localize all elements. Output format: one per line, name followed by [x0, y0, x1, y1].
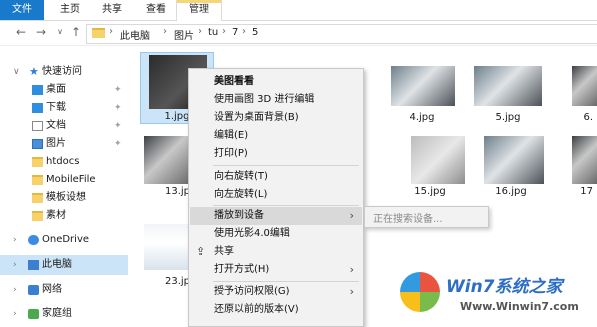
sidebar-item-onedrive[interactable]: › OneDrive: [0, 230, 128, 250]
image-thumbnail: [484, 136, 544, 184]
image-thumbnail: [572, 66, 597, 106]
cloud-icon: [28, 235, 39, 245]
menu-item-edit-nikon[interactable]: 使用光影4.0编辑: [190, 225, 362, 243]
star-icon: ★: [29, 65, 39, 78]
tab-manage[interactable]: 管理: [176, 0, 222, 22]
menu-item-edit[interactable]: 编辑(E): [190, 127, 362, 145]
computer-icon: [28, 260, 39, 270]
menu-separator: [213, 205, 359, 206]
share-icon: ⇪: [196, 245, 206, 258]
context-menu: 美图看看 使用画图 3D 进行编辑 设置为桌面背景(B) 编辑(E) 打印(P)…: [188, 68, 364, 327]
file-item-23[interactable]: 23.jp: [140, 218, 190, 290]
folder-icon: [32, 211, 43, 221]
image-thumbnail: [411, 136, 465, 184]
file-item-4[interactable]: 4.jpg: [385, 52, 459, 124]
sidebar-item-pictures[interactable]: 图片 ✦: [0, 134, 128, 154]
navigation-pane: ∨ ★ 快速访问 桌面 ✦ 下载 ✦ 文档 ✦ 图片 ✦ htdocs Mobi…: [0, 58, 128, 327]
image-thumbnail: [572, 136, 597, 184]
folder-icon: [32, 157, 43, 167]
image-thumbnail: [391, 66, 455, 106]
sidebar-item-network[interactable]: › 网络: [0, 280, 128, 300]
sidebar-item-downloads[interactable]: 下载 ✦: [0, 98, 128, 118]
ribbon-tabs: 文件 主页 共享 查看 管理: [0, 0, 597, 22]
tab-home[interactable]: 主页: [52, 0, 88, 20]
breadcrumb-this-pc[interactable]: 此电脑: [120, 27, 150, 42]
menu-separator: [213, 165, 359, 166]
sidebar-item-quick-access[interactable]: ∨ ★ 快速访问: [0, 62, 128, 82]
image-thumbnail: [474, 66, 542, 106]
homegroup-icon: [28, 309, 39, 319]
desktop-icon: [32, 85, 43, 95]
pin-icon: ✦: [114, 139, 122, 149]
folder-icon: [92, 28, 105, 38]
sidebar-item-this-pc[interactable]: › 此电脑: [0, 255, 128, 275]
menu-item-share[interactable]: ⇪ 共享: [190, 243, 362, 261]
breadcrumb-7[interactable]: 7: [232, 27, 238, 38]
image-thumbnail: [144, 224, 190, 270]
breadcrumb-pictures[interactable]: 图片: [174, 27, 194, 42]
tab-share[interactable]: 共享: [92, 0, 132, 20]
sidebar-item-mobilefile[interactable]: MobileFile: [0, 170, 128, 190]
menu-item-rotate-right[interactable]: 向右旋转(T): [190, 168, 362, 186]
menu-item-open-with[interactable]: 打开方式(H) ›: [190, 261, 362, 279]
file-item-6[interactable]: 6.: [558, 52, 597, 124]
image-thumbnail: [144, 136, 190, 184]
chevron-right-icon: ›: [349, 263, 354, 276]
tab-view[interactable]: 查看: [136, 0, 176, 20]
menu-item-set-wallpaper[interactable]: 设置为桌面背景(B): [190, 109, 362, 127]
chevron-right-icon: ›: [349, 285, 354, 298]
pin-icon: ✦: [114, 103, 122, 113]
sidebar-item-documents[interactable]: 文档 ✦: [0, 116, 128, 136]
menu-separator: [213, 281, 359, 282]
menu-item-print[interactable]: 打印(P): [190, 145, 362, 163]
menu-item-restore-versions[interactable]: 还原以前的版本(V): [190, 301, 362, 319]
forward-arrow-icon[interactable]: →: [34, 25, 48, 39]
windows-logo-icon: [400, 272, 440, 312]
address-row: ← → ∨ ↑ › 此电脑 › 图片 › tu › 7 › 5: [0, 21, 597, 46]
folder-icon: [32, 193, 43, 203]
sidebar-item-materials[interactable]: 素材: [0, 206, 128, 226]
file-item-13[interactable]: 13.jp: [140, 130, 190, 202]
chevron-right-icon[interactable]: ›: [13, 230, 17, 250]
chevron-right-icon: ›: [349, 209, 354, 222]
menu-item-cast-to-device[interactable]: 播放到设备 ›: [190, 207, 362, 225]
tab-file[interactable]: 文件: [0, 0, 44, 20]
sidebar-item-htdocs[interactable]: htdocs: [0, 152, 128, 172]
cast-to-device-submenu: 正在搜索设备...: [364, 206, 489, 228]
menu-item-rotate-left[interactable]: 向左旋转(L): [190, 186, 362, 204]
address-bar[interactable]: › 此电脑 › 图片 › tu › 7 › 5: [86, 24, 597, 44]
pin-icon: ✦: [114, 121, 122, 131]
sidebar-item-homegroup[interactable]: › 家庭组: [0, 304, 128, 324]
menu-item-edit-paint3d[interactable]: 使用画图 3D 进行编辑: [190, 91, 362, 109]
breadcrumb-5[interactable]: 5: [252, 27, 258, 38]
picture-icon: [32, 139, 43, 149]
file-item-5[interactable]: 5.jpg: [468, 52, 548, 124]
up-arrow-icon[interactable]: ↑: [69, 25, 83, 39]
file-item-17[interactable]: 17: [558, 130, 597, 202]
breadcrumb-tu[interactable]: tu: [208, 27, 218, 38]
searching-devices-text: 正在搜索设备...: [373, 214, 443, 225]
watermark-title: Win7系统之家: [446, 277, 563, 297]
menu-item-grant-access[interactable]: 授予访问权限(G) ›: [190, 283, 362, 301]
watermark-url: Www.Winwin7.com: [460, 300, 579, 313]
folder-icon: [32, 175, 43, 185]
recent-dropdown-icon[interactable]: ∨: [53, 25, 67, 39]
document-icon: [32, 121, 43, 131]
chevron-right-icon[interactable]: ›: [13, 304, 17, 324]
download-icon: [32, 103, 43, 113]
back-arrow-icon[interactable]: ←: [14, 25, 28, 39]
file-item-16[interactable]: 16.jpg: [474, 130, 548, 202]
watermark: Win7系统之家 Www.Winwin7.com: [398, 268, 597, 327]
network-icon: [28, 285, 39, 295]
chevron-down-icon[interactable]: ∨: [13, 62, 20, 82]
sidebar-item-templates[interactable]: 模板设想: [0, 188, 128, 208]
sidebar-item-desktop[interactable]: 桌面 ✦: [0, 80, 128, 100]
chevron-right-icon[interactable]: ›: [13, 280, 17, 300]
pin-icon: ✦: [114, 85, 122, 95]
file-item-15[interactable]: 15.jpg: [395, 130, 465, 202]
menu-item-meitu-viewer[interactable]: 美图看看: [190, 73, 362, 91]
chevron-right-icon[interactable]: ›: [13, 255, 17, 275]
